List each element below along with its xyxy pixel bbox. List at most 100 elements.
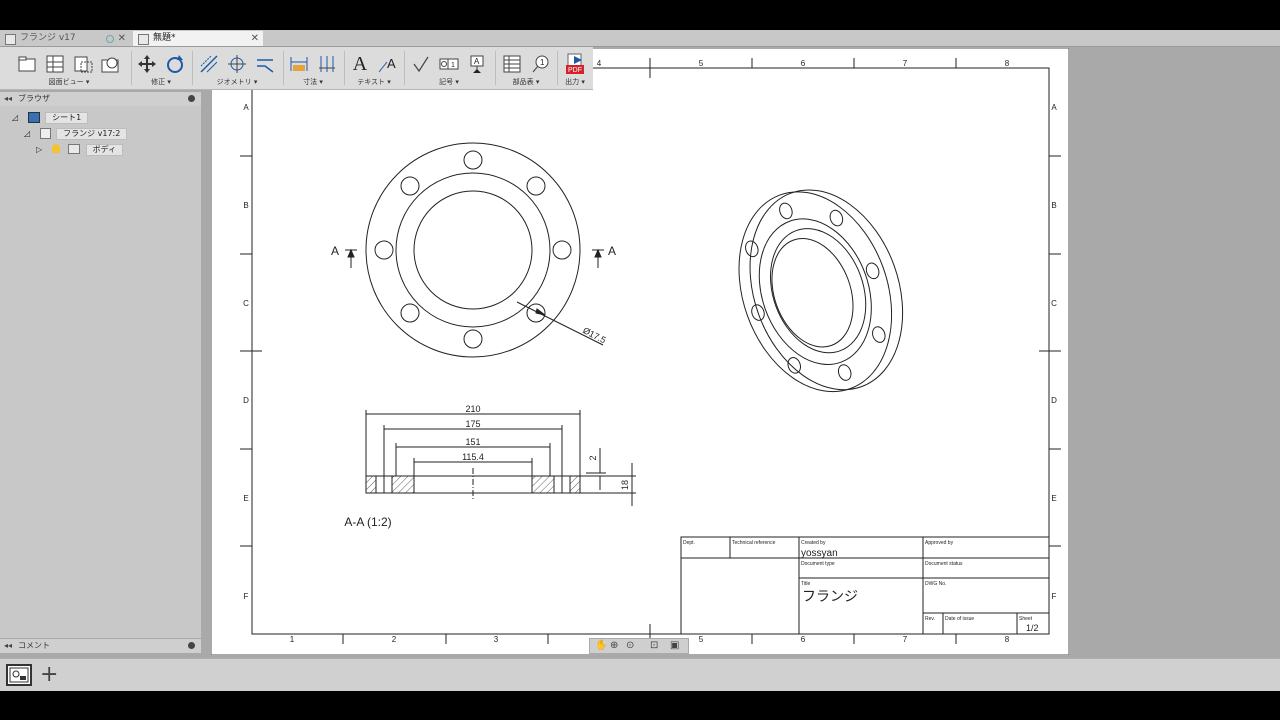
zone-col-label: 7 [903,635,908,644]
text-icon[interactable]: A [349,53,371,75]
drawing-icon [138,34,149,45]
base-view-icon[interactable] [16,53,38,75]
projected-view-icon[interactable] [44,53,66,75]
document-tab-bar: フランジ v17 ✕ 無題* ✕ [0,30,1280,47]
zone-col-label: 6 [801,59,806,68]
table-icon[interactable] [501,53,523,75]
tree-node-component[interactable]: ◿ フランジ v17:2 [24,128,128,140]
surface-texture-icon[interactable] [410,53,432,75]
zone-col-label: 5 [699,635,704,644]
zone-col-label: 4 [597,59,602,68]
drawing-toolbar: 図面ビュー ▾ 修正 ▾ ジオメトリ ▾ 寸法 ▾ A A テキスト ▾ 1 A… [0,47,593,90]
detail-view-icon[interactable] [100,53,122,75]
zone-col-label: 1 [290,635,295,644]
dim-175: 175 [465,419,480,429]
component-icon [39,128,51,139]
folder-icon [68,144,81,154]
toolbar-group-text[interactable]: A A テキスト ▾ [346,47,402,89]
zoom-window-icon[interactable]: ⊙ [626,640,634,651]
toolbar-group-symbols[interactable]: 1 A 記号 ▾ [406,47,492,89]
toolbar-group-label: 図面ビュー ▾ [48,78,90,86]
window-titlebar [0,0,1280,30]
display-settings-icon[interactable]: ▣ [670,640,679,651]
sheet-thumbnail[interactable] [6,664,32,686]
balloon-icon[interactable]: 1 [529,53,551,75]
pdf-export-icon[interactable]: PDF [564,53,586,75]
close-icon[interactable]: ✕ [251,31,259,46]
toolbar-group-label: テキスト ▾ [357,78,391,86]
collapse-triangle-icon[interactable]: ◿ [24,128,34,140]
toolbar-group-modify[interactable]: 修正 ▾ [133,47,189,89]
sheet-thumbnail-icon [9,667,29,683]
browser-options-icon[interactable] [188,95,195,102]
zone-col-label: 6 [801,635,806,644]
tab-flange-v17[interactable]: フランジ v17 ✕ [0,31,130,46]
tab-label: 無題* [153,33,176,43]
toolbar-divider [557,51,558,85]
comments-title: コメント [18,641,50,650]
add-comment-icon[interactable] [188,642,195,649]
docstatus-label: Document status [925,561,963,567]
toolbar-divider [131,51,132,85]
ordinate-dimension-icon[interactable] [316,53,338,75]
zone-col-label: 5 [699,59,704,68]
tab-label: フランジ v17 [20,33,76,43]
browser-header[interactable]: ◂◂ ブラウザ [0,92,201,106]
center-mark-icon[interactable] [226,53,248,75]
centerline-icon[interactable] [198,53,220,75]
section-view-icon[interactable] [72,53,94,75]
expand-triangle-icon[interactable]: ▷ [36,144,46,156]
toolbar-group-bom[interactable]: 1 部品表 ▾ [497,47,555,89]
tab-untitled[interactable]: 無題* ✕ [133,31,263,46]
move-icon[interactable] [136,53,158,75]
section-mark-left: A [331,244,339,258]
techref-label: Technical reference [732,540,776,546]
pan-icon[interactable]: ✋ [595,640,607,651]
toolbar-group-output[interactable]: PDF 出力 ▾ [559,47,591,89]
zone-col-label: 7 [903,59,908,68]
tree-node-sheet[interactable]: ◿ シート1 [12,112,89,124]
collapse-panel-icon[interactable]: ◂◂ [4,639,12,653]
zone-row-label: C [1051,299,1057,308]
rev-label: Rev. [925,616,935,622]
fit-icon[interactable]: ⊡ [650,640,658,651]
zone-col-label: 8 [1005,59,1010,68]
sheet-icon [27,112,40,123]
approved-label: Approved by [925,540,954,546]
add-sheet-icon[interactable]: + [40,661,58,689]
drawing-sheet[interactable]: 4 5 6 7 8 1 2 3 5 6 7 8 A B C D E F A B … [211,48,1069,655]
toolbar-group-label: ジオメトリ ▾ [216,78,258,86]
dept-label: Dept. [683,540,695,546]
datum-identifier-icon[interactable]: A [466,53,488,75]
collapse-panel-icon[interactable]: ◂◂ [4,92,12,106]
rotate-icon[interactable] [164,53,186,75]
toolbar-group-dimensions[interactable]: 寸法 ▾ [285,47,341,89]
isometric-view[interactable] [712,167,929,415]
front-view[interactable] [365,142,581,358]
feature-control-frame-icon[interactable]: 1 [438,53,460,75]
toolbar-group-geometry[interactable]: ジオメトリ ▾ [194,47,280,89]
toolbar-group-views[interactable]: 図面ビュー ▾ [10,47,128,89]
title-block[interactable] [680,536,1050,635]
zoom-icon[interactable]: ⊕ [610,640,618,651]
leader-text-icon[interactable]: A [377,53,399,75]
sheet-label: Sheet [1019,616,1033,622]
svg-text:1: 1 [540,58,545,67]
close-icon[interactable]: ✕ [118,31,126,46]
dimension-icon[interactable] [288,53,310,75]
svg-text:A: A [387,56,396,71]
zone-row-label: C [243,299,249,308]
hole-callout: Ø17.5 [581,325,607,345]
edge-extension-icon[interactable] [254,53,276,75]
zone-col-label: 3 [494,635,499,644]
toolbar-group-label: 出力 ▾ [565,78,585,86]
collapse-triangle-icon[interactable]: ◿ [12,112,22,124]
visibility-bulb-icon[interactable] [51,144,60,153]
toolbar-divider [495,51,496,85]
svg-text:PDF: PDF [568,67,582,74]
svg-text:1: 1 [451,62,455,69]
created-value: yossyan [801,548,838,559]
comments-header[interactable]: ◂◂ コメント [0,639,201,653]
tree-node-bodies[interactable]: ▷ ボディ [36,144,124,156]
svg-text:A: A [474,57,480,66]
